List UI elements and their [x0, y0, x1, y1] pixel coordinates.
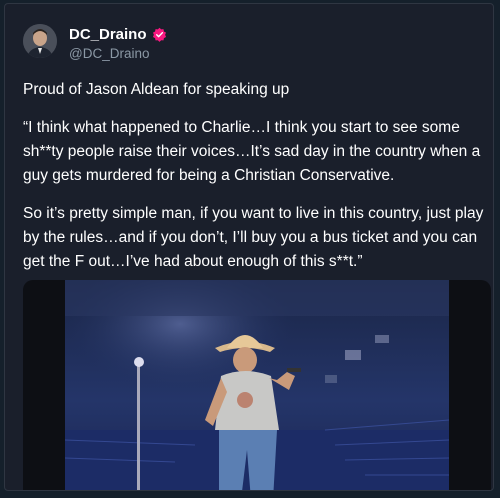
post-paragraph: Proud of Jason Aldean for speaking up [23, 81, 290, 98]
post-text: Proud of Jason Aldean for speaking up “I… [23, 78, 485, 288]
post-video[interactable] [23, 280, 491, 490]
profile-avatar-icon [23, 24, 57, 58]
author-handle[interactable]: @DC_Draino [69, 46, 149, 61]
post-paragraph: So it’s pretty simple man, if you want t… [23, 205, 484, 270]
author-display-name[interactable]: DC_Draino [69, 26, 147, 43]
verified-badge-icon [152, 27, 167, 42]
post-paragraph: “I think what happened to Charlie…I thin… [23, 119, 481, 184]
concert-video-thumbnail [65, 280, 449, 490]
post-card[interactable]: DC_Draino @DC_Draino Proud of Jason Alde… [4, 3, 494, 491]
author-avatar[interactable] [23, 24, 57, 58]
author-name-row: DC_Draino [69, 26, 167, 43]
